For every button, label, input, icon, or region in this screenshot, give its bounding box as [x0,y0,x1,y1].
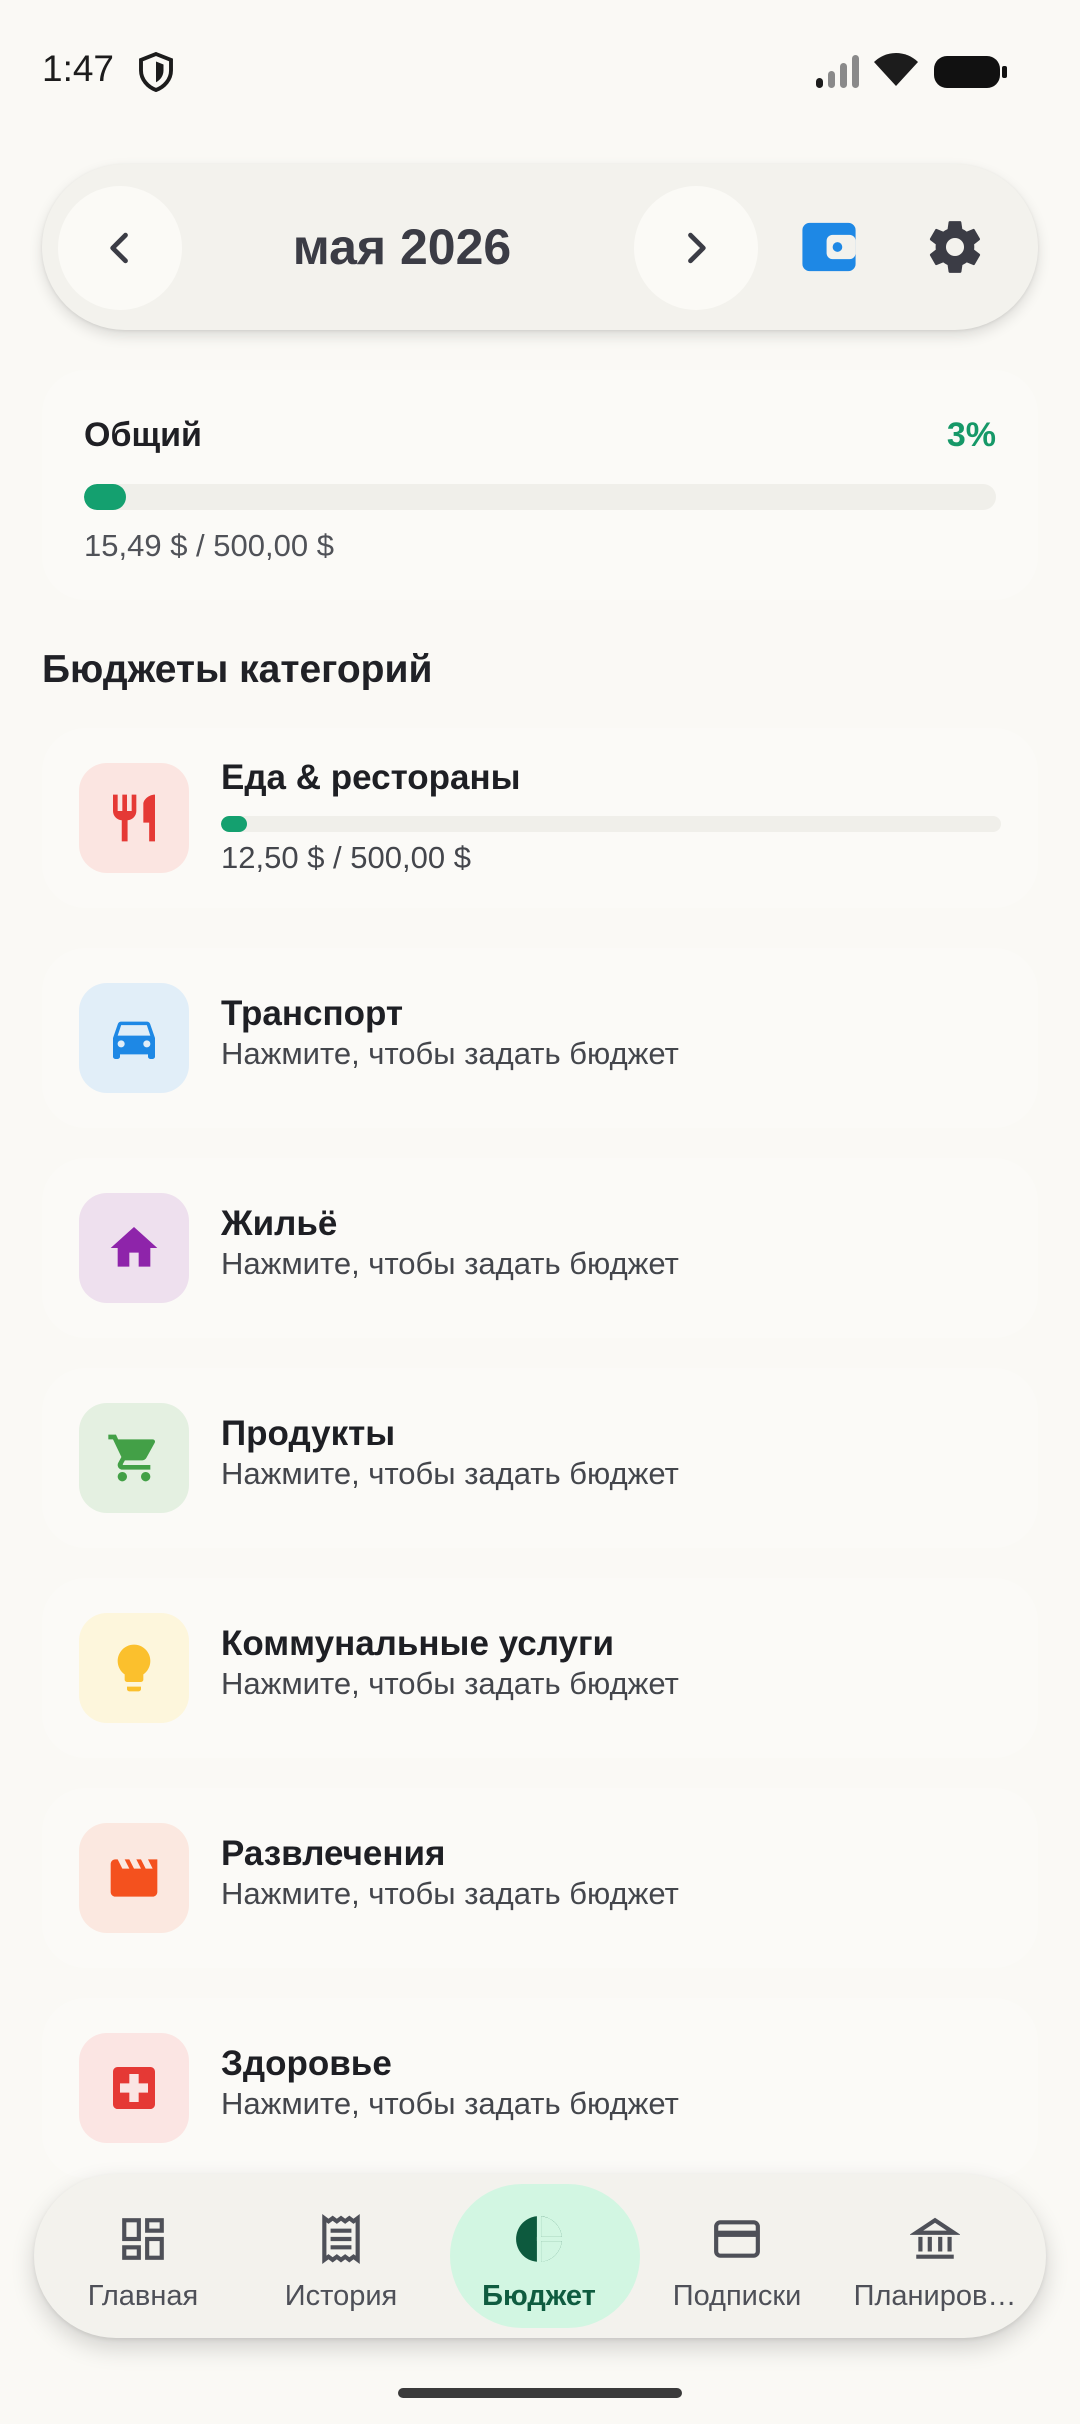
category-icon-bg [79,1823,189,1933]
signal-icon [816,55,859,88]
car-icon [113,1021,155,1059]
category-subtitle: Нажмите, чтобы задать бюджет [221,1036,679,1071]
category-progress-fill [221,816,247,832]
pie-chart-icon [516,2214,564,2264]
overall-budget-card[interactable]: Общий 3% 15,49 $ / 500,00 $ [42,370,1038,600]
next-month-button[interactable] [634,186,758,310]
nav-item-history[interactable]: История [242,2174,440,2338]
category-row-food[interactable]: Еда & рестораны 12,50 $ / 500,00 $ [42,728,1038,908]
receipt-icon [322,2214,360,2264]
chevron-left-icon [110,232,128,264]
category-row-utilities[interactable]: Коммунальные услуги Нажмите, чтобы задат… [42,1578,1038,1758]
category-icon-bg [79,1613,189,1723]
movie-icon [110,1859,158,1897]
category-name: Коммунальные услуги [221,1624,615,1663]
category-icon-bg [79,1193,189,1303]
category-row-transport[interactable]: Транспорт Нажмите, чтобы задать бюджет [42,948,1038,1128]
status-bar: 1:47 [0,0,1080,140]
overall-amount: 15,49 $ / 500,00 $ [84,528,334,563]
wifi-icon [874,53,918,86]
card-icon [714,2220,760,2258]
overall-label: Общий [84,416,202,454]
battery-icon [934,56,1007,88]
category-subtitle: Нажмите, чтобы задать бюджет [221,1666,679,1701]
dashboard-icon [122,2218,164,2260]
category-icon-bg [79,2033,189,2143]
category-name: Еда & рестораны [221,758,521,797]
category-name: Здоровье [221,2044,392,2083]
wallet-icon[interactable] [800,218,858,276]
category-progress-track [221,816,1001,832]
category-name: Жильё [221,1204,338,1243]
category-icon-bg [79,763,189,873]
nav-label: Главная [87,2280,199,2312]
category-name: Транспорт [221,994,404,1033]
shield-icon [139,52,173,92]
category-subtitle: Нажмите, чтобы задать бюджет [221,1876,679,1911]
category-name: Продукты [221,1414,396,1453]
bottom-navigation: Главная История Бюджет Подписки Планиров… [34,2174,1046,2338]
nav-item-home[interactable]: Главная [44,2174,242,2338]
nav-item-subscriptions[interactable]: Подписки [638,2174,836,2338]
category-icon-bg [79,983,189,1093]
nav-label: Бюджет [482,2280,596,2312]
category-subtitle: Нажмите, чтобы задать бюджет [221,1456,679,1491]
cart-icon [108,1434,156,1482]
home-icon [110,1227,158,1267]
bank-icon [910,2217,960,2259]
category-row-groceries[interactable]: Продукты Нажмите, чтобы задать бюджет [42,1368,1038,1548]
nav-label: История [284,2280,398,2312]
home-indicator[interactable] [398,2388,682,2398]
nav-label: Подписки [672,2280,802,2312]
category-icon-bg [79,1403,189,1513]
nav-item-budget[interactable]: Бюджет [440,2174,640,2338]
overall-progress-track [84,484,996,510]
overall-progress-fill [84,484,126,510]
month-title[interactable]: мая 2026 [182,164,622,330]
category-row-health[interactable]: Здоровье Нажмите, чтобы задать бюджет [42,1998,1038,2178]
month-header: мая 2026 [42,164,1038,330]
category-name: Развлечения [221,1834,446,1873]
lightbulb-icon [117,1644,151,1692]
chevron-right-icon [688,232,706,264]
section-title: Бюджеты категорий [42,648,433,691]
medical-icon [113,2067,155,2109]
category-amount: 12,50 $ / 500,00 $ [221,840,471,875]
restaurant-icon [113,794,155,842]
overall-percent: 3% [946,416,996,454]
status-time: 1:47 [42,48,115,89]
category-row-housing[interactable]: Жильё Нажмите, чтобы задать бюджет [42,1158,1038,1338]
category-subtitle: Нажмите, чтобы задать бюджет [221,2086,679,2121]
category-row-entertainment[interactable]: Развлечения Нажмите, чтобы задать бюджет [42,1788,1038,1968]
previous-month-button[interactable] [58,186,182,310]
nav-item-planning[interactable]: Планиров… [836,2174,1034,2338]
category-subtitle: Нажмите, чтобы задать бюджет [221,1246,679,1281]
nav-label: Планиров… [853,2280,1017,2312]
gear-icon[interactable] [924,216,986,278]
